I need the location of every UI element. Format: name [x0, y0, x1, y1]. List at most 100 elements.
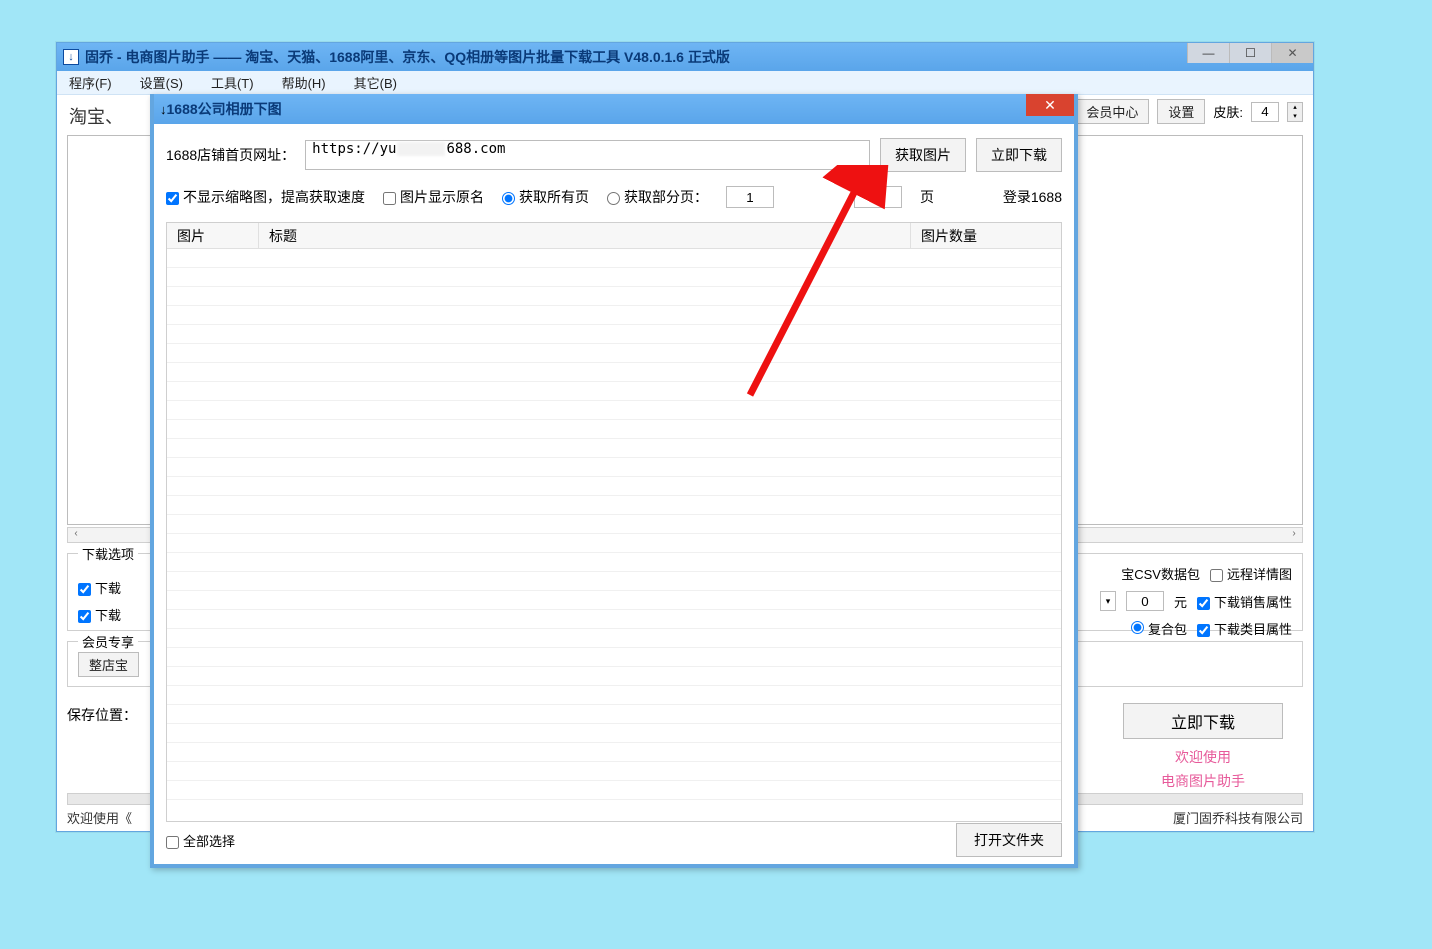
- dialog-title: 1688公司相册下图: [167, 99, 282, 119]
- dropdown-icon[interactable]: ▾: [1100, 591, 1116, 611]
- url-input[interactable]: https://yu 688.com: [305, 140, 870, 170]
- get-all-pages-radio[interactable]: 获取所有页: [502, 187, 589, 207]
- table-row: [167, 458, 1061, 477]
- right-action-group: 立即下载 欢迎使用 电商图片助手: [1103, 697, 1303, 791]
- price-input[interactable]: [1126, 591, 1164, 611]
- table-row: [167, 591, 1061, 610]
- yuan-label: 元: [1174, 592, 1187, 611]
- grid-rows: [167, 249, 1061, 800]
- table-row: [167, 287, 1061, 306]
- table-row: [167, 553, 1061, 572]
- menu-tools[interactable]: 工具(T): [211, 73, 254, 92]
- menubar: 程序(F) 设置(S) 工具(T) 帮助(H) 其它(B): [57, 71, 1313, 95]
- table-row: [167, 667, 1061, 686]
- table-row: [167, 762, 1061, 781]
- dialog-footer: 全部选择 打开文件夹: [166, 822, 1062, 858]
- remote-detail-check[interactable]: 远程详情图: [1210, 564, 1292, 583]
- table-row: [167, 401, 1061, 420]
- dialog-download-now-button[interactable]: 立即下载: [976, 138, 1062, 172]
- col-count[interactable]: 图片数量: [911, 223, 1061, 248]
- table-row: [167, 382, 1061, 401]
- dialog-titlebar: ↓ 1688公司相册下图 ✕: [154, 94, 1074, 124]
- page-to-input[interactable]: [854, 186, 902, 208]
- options-row: 不显示缩略图，提高获取速度 图片显示原名 获取所有页 获取部分页： 页 登录16…: [166, 186, 1062, 208]
- select-all-check[interactable]: 全部选择: [166, 831, 235, 850]
- get-images-button[interactable]: 获取图片: [880, 138, 966, 172]
- show-original-name-check[interactable]: 图片显示原名: [383, 187, 484, 207]
- url-blurred-segment: [397, 142, 445, 156]
- table-row: [167, 439, 1061, 458]
- skin-stepper[interactable]: ▴▾: [1287, 102, 1303, 122]
- grid-header: 图片 标题 图片数量: [167, 223, 1061, 249]
- app-icon: ↓: [63, 49, 79, 65]
- result-grid: 图片 标题 图片数量: [166, 222, 1062, 822]
- dl-cat-attr-check[interactable]: 下载类目属性: [1197, 619, 1292, 638]
- download-now-button[interactable]: 立即下载: [1123, 703, 1283, 739]
- close-button[interactable]: ✕: [1271, 43, 1313, 63]
- table-row: [167, 420, 1061, 439]
- table-row: [167, 724, 1061, 743]
- download-check-1[interactable]: 下载: [78, 578, 121, 597]
- url-label: 1688店铺首页网址：: [166, 145, 295, 165]
- table-row: [167, 572, 1061, 591]
- maximize-button[interactable]: ☐: [1229, 43, 1271, 63]
- skin-value-input[interactable]: [1251, 102, 1279, 122]
- window-buttons: — ☐ ✕: [1187, 43, 1313, 63]
- table-row: [167, 515, 1061, 534]
- minimize-button[interactable]: —: [1187, 43, 1229, 63]
- table-row: [167, 743, 1061, 762]
- dialog-close-button[interactable]: ✕: [1026, 94, 1074, 116]
- table-row: [167, 610, 1061, 629]
- table-row: [167, 477, 1061, 496]
- menu-help[interactable]: 帮助(H): [282, 73, 326, 92]
- table-row: [167, 648, 1061, 667]
- composite-pkg-radio[interactable]: 复合包: [1131, 619, 1187, 638]
- main-titlebar: ↓ 固乔 - 电商图片助手 —— 淘宝、天猫、1688阿里、京东、QQ相册等图片…: [57, 43, 1313, 71]
- chevron-up-icon[interactable]: ▴: [1288, 103, 1302, 112]
- top-right-controls: 会员中心 设置 皮肤: ▴▾: [1075, 99, 1303, 124]
- settings-button[interactable]: 设置: [1157, 99, 1205, 124]
- download-options-legend: 下载选项: [78, 544, 138, 563]
- member-center-button[interactable]: 会员中心: [1075, 99, 1149, 124]
- open-folder-button[interactable]: 打开文件夹: [956, 823, 1062, 857]
- dl-sales-attr-check[interactable]: 下载销售属性: [1197, 592, 1292, 611]
- member-exclusive-legend: 会员专享: [78, 632, 138, 651]
- skin-label: 皮肤:: [1213, 102, 1243, 121]
- col-image[interactable]: 图片: [167, 223, 259, 248]
- col-title[interactable]: 标题: [259, 223, 911, 248]
- download-check-2[interactable]: 下载: [78, 605, 121, 624]
- url-row: 1688店铺首页网址： https://yu 688.com 获取图片 立即下载: [166, 138, 1062, 172]
- welcome-text-1: 欢迎使用: [1103, 747, 1303, 767]
- url-prefix: https://yu: [312, 141, 396, 157]
- status-left: 欢迎使用《: [67, 808, 132, 827]
- page-from-input[interactable]: [726, 186, 774, 208]
- main-title: 固乔 - 电商图片助手 —— 淘宝、天猫、1688阿里、京东、QQ相册等图片批量…: [85, 47, 730, 67]
- dialog-1688-album: ↓ 1688公司相册下图 ✕ 1688店铺首页网址： https://yu 688…: [150, 94, 1078, 868]
- table-row: [167, 268, 1061, 287]
- dialog-body: 1688店铺首页网址： https://yu688.com 获取图片 立即下载 …: [154, 124, 1074, 864]
- table-row: [167, 363, 1061, 382]
- table-row: [167, 534, 1061, 553]
- menu-settings[interactable]: 设置(S): [140, 73, 183, 92]
- menu-program[interactable]: 程序(F): [69, 73, 112, 92]
- csv-data-pack-label: 宝CSV数据包: [1121, 564, 1200, 583]
- page-unit-label: 页: [920, 187, 934, 207]
- menu-other[interactable]: 其它(B): [354, 73, 397, 92]
- no-thumbnail-check[interactable]: 不显示缩略图，提高获取速度: [166, 187, 365, 207]
- table-row: [167, 705, 1061, 724]
- welcome-text-2: 电商图片助手: [1103, 771, 1303, 791]
- whole-shop-button[interactable]: 整店宝: [78, 652, 139, 677]
- table-row: [167, 325, 1061, 344]
- table-row: [167, 629, 1061, 648]
- table-row: [167, 306, 1061, 325]
- table-row: [167, 249, 1061, 268]
- get-partial-pages-radio[interactable]: 获取部分页：: [607, 187, 708, 207]
- chevron-down-icon[interactable]: ▾: [1288, 112, 1302, 121]
- table-row: [167, 344, 1061, 363]
- table-row: [167, 686, 1061, 705]
- table-row: [167, 496, 1061, 515]
- login-1688-link[interactable]: 登录1688: [1003, 187, 1062, 207]
- scroll-left-icon[interactable]: ‹: [68, 528, 84, 542]
- scroll-right-icon[interactable]: ›: [1286, 528, 1302, 542]
- url-suffix: 688.com: [446, 141, 505, 157]
